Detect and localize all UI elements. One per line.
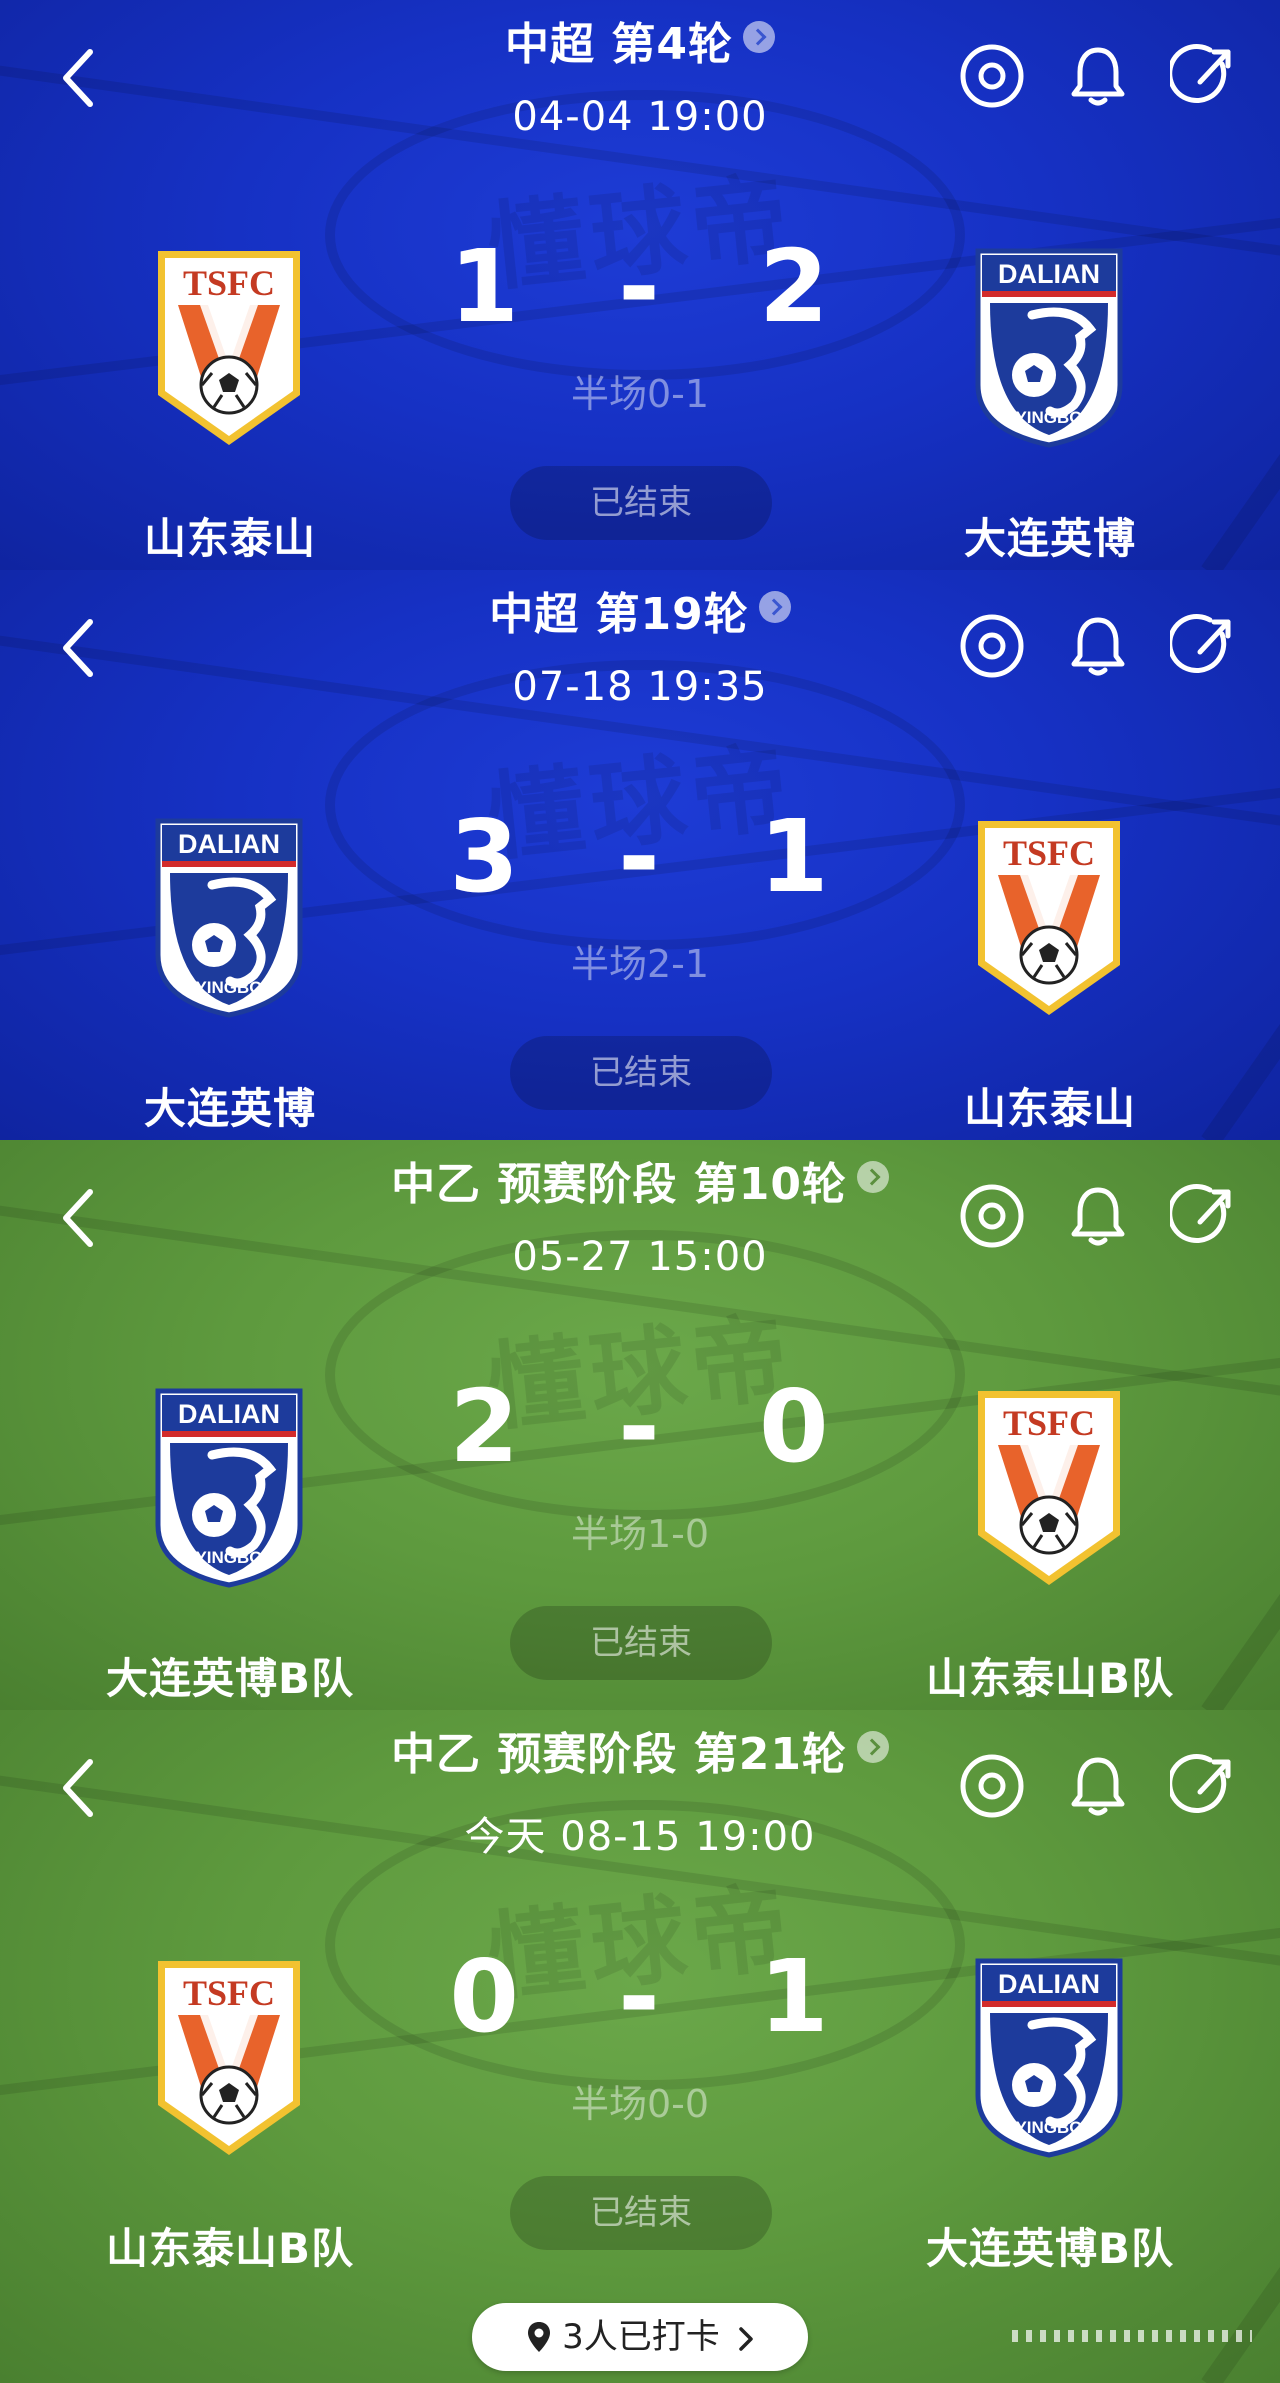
away-score: 1 [759, 798, 831, 915]
scoreline: 2 - 0 [0, 1368, 1280, 1485]
home-score: 3 [449, 798, 521, 915]
chevron-right-icon [856, 1161, 889, 1193]
away-team-name[interactable]: 山东泰山B队 [840, 1645, 1260, 1706]
target-icon[interactable] [958, 42, 1026, 110]
match-status-badge: 已结束 [510, 466, 772, 540]
checkin-label: 3人已打卡 [562, 2317, 720, 2357]
home-team-name[interactable]: 大连英博B队 [20, 1645, 440, 1706]
away-score: 1 [759, 1938, 831, 2055]
home-team-name[interactable]: 大连英博 [20, 1075, 440, 1136]
halftime-score: 半场1-0 [570, 1512, 710, 1556]
match-title: 中乙 预赛阶段 第10轮 [391, 1159, 847, 1210]
score-separator: - [618, 1938, 662, 2055]
target-icon[interactable] [958, 1182, 1026, 1250]
halftime-score: 半场0-1 [570, 372, 710, 416]
chevron-right-icon [739, 2327, 753, 2351]
share-arrow-icon[interactable] [1170, 1182, 1238, 1250]
target-icon[interactable] [958, 612, 1026, 680]
match-title: 中超 第4轮 [505, 19, 733, 70]
checkin-button[interactable]: 3人已打卡 [472, 2303, 808, 2371]
bell-icon[interactable] [1064, 42, 1132, 110]
scoreline: 0 - 1 [0, 1938, 1280, 2055]
away-team-name[interactable]: 大连英博 [840, 505, 1260, 566]
match-title: 中乙 预赛阶段 第21轮 [391, 1729, 847, 1780]
location-pin-icon [528, 2322, 551, 2352]
home-team-name[interactable]: 山东泰山B队 [20, 2215, 440, 2276]
bell-icon[interactable] [1064, 1182, 1132, 1250]
match-status-badge: 已结束 [510, 2176, 772, 2250]
score-separator: - [618, 228, 662, 345]
scoreline: 3 - 1 [0, 798, 1280, 915]
home-team-name[interactable]: 山东泰山 [20, 505, 440, 566]
home-score: 1 [449, 228, 521, 345]
away-team-name[interactable]: 大连英博B队 [840, 2215, 1260, 2276]
home-score: 2 [449, 1368, 521, 1485]
match-panel: 懂球帝 中乙 预赛阶段 第10轮 05-27 15:00 DALIAN YING… [0, 1140, 1280, 1710]
share-arrow-icon[interactable] [1170, 1752, 1238, 1820]
away-team-name[interactable]: 山东泰山 [840, 1075, 1260, 1136]
bell-icon[interactable] [1064, 612, 1132, 680]
chevron-right-icon [742, 21, 775, 53]
match-panel: 懂球帝 中超 第4轮 04-04 19:00 TSFC DALIAN YINGB… [0, 0, 1280, 570]
halftime-score: 半场2-1 [570, 942, 710, 986]
home-score: 0 [449, 1938, 521, 2055]
share-arrow-icon[interactable] [1170, 42, 1238, 110]
match-panel: 懂球帝 中超 第19轮 07-18 19:35 DALIAN YINGBO TS… [0, 570, 1280, 1140]
scoreline: 1 - 2 [0, 228, 1280, 345]
target-icon[interactable] [958, 1752, 1026, 1820]
match-status-badge: 已结束 [510, 1036, 772, 1110]
watermark-dots [1012, 2330, 1252, 2342]
halftime-score: 半场0-0 [570, 2082, 710, 2126]
score-separator: - [618, 798, 662, 915]
score-separator: - [618, 1368, 662, 1485]
bell-icon[interactable] [1064, 1752, 1132, 1820]
share-arrow-icon[interactable] [1170, 612, 1238, 680]
chevron-right-icon [758, 591, 791, 623]
away-score: 0 [759, 1368, 831, 1485]
away-score: 2 [759, 228, 831, 345]
match-status-badge: 已结束 [510, 1606, 772, 1680]
match-panel: 懂球帝 中乙 预赛阶段 第21轮 今天 08-15 19:00 TSFC DAL… [0, 1710, 1280, 2383]
match-title: 中超 第19轮 [489, 589, 749, 640]
chevron-right-icon [856, 1731, 889, 1763]
